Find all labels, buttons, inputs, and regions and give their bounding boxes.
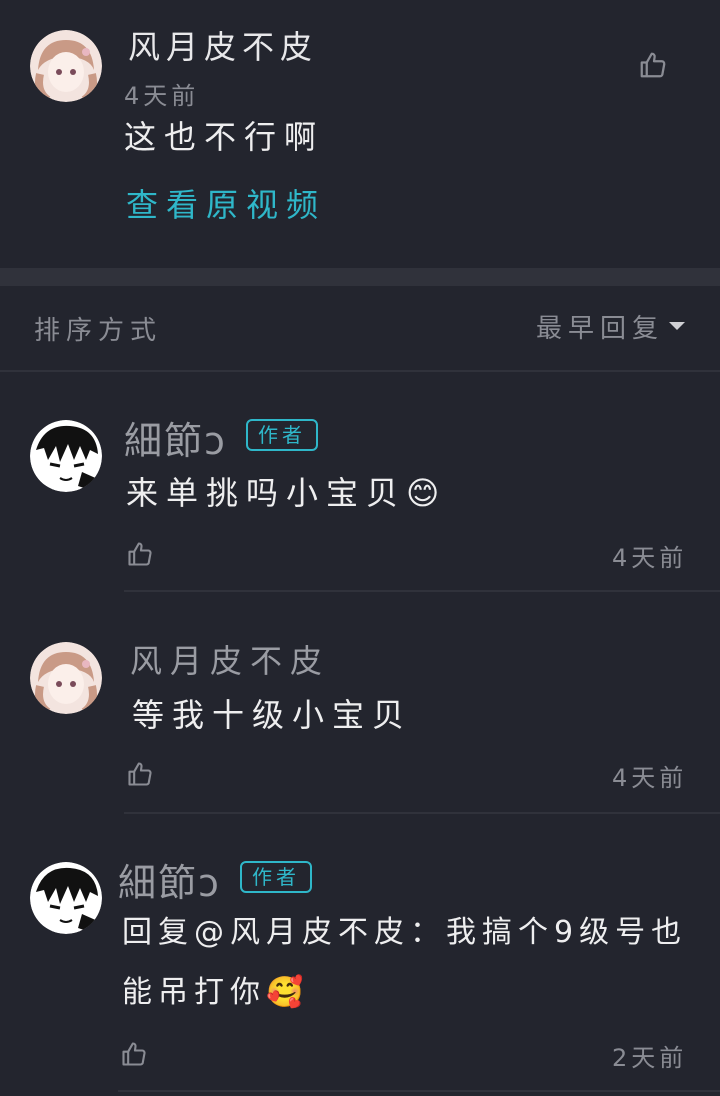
avatar[interactable] (30, 420, 102, 492)
reply-timestamp: 2天前 (612, 1044, 688, 1072)
sort-label: 排序方式 (34, 316, 163, 346)
reply-author-name[interactable]: 风月皮不皮 (130, 636, 330, 682)
reply-text-line: 能吊打你🥰 (122, 975, 310, 1010)
reply-timestamp: 4天前 (612, 544, 688, 572)
divider (118, 1090, 720, 1092)
reply-text: 来单挑吗小宝贝😊 (126, 474, 448, 512)
reply-text: 等我十级小宝贝 (132, 696, 413, 734)
avatar[interactable] (30, 642, 102, 714)
thumbs-up-icon[interactable] (120, 1040, 148, 1068)
comment-timestamp: 4天前 (124, 82, 200, 110)
avatar[interactable] (30, 862, 102, 934)
section-separator (0, 268, 720, 286)
reply-author-name[interactable]: 細節ↄ (118, 852, 221, 907)
view-original-video-link[interactable]: 查看原视频 (126, 180, 326, 230)
author-badge: 作者 (246, 419, 318, 451)
author-badge: 作者 (240, 861, 312, 893)
comment-author-name[interactable]: 风月皮不皮 (128, 22, 318, 68)
reply-author-name[interactable]: 細節ↄ (124, 410, 227, 465)
reply-text-line: 回复@风月皮不皮：我搞个9级号也 (122, 915, 688, 950)
reply-timestamp: 4天前 (612, 764, 688, 792)
thumbs-up-icon[interactable] (638, 50, 668, 80)
sort-selected-value: 最早回复 (536, 314, 665, 344)
divider (124, 590, 720, 592)
divider (0, 370, 720, 372)
chevron-down-icon (668, 317, 686, 336)
comment-text: 这也不行啊 (124, 118, 325, 156)
divider (124, 812, 720, 814)
sort-dropdown[interactable]: 最早回复 (536, 308, 686, 345)
thumbs-up-icon[interactable] (126, 540, 154, 568)
thumbs-up-icon[interactable] (126, 760, 154, 788)
avatar[interactable] (30, 30, 102, 102)
